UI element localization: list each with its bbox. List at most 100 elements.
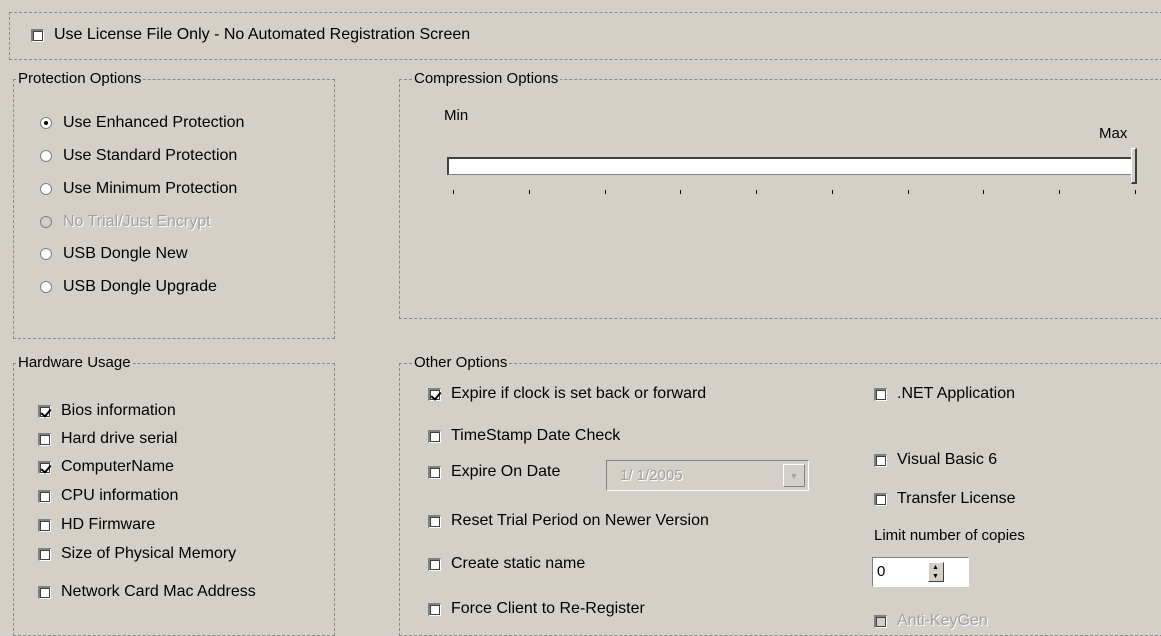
slider-tick — [756, 190, 758, 194]
expire-if-clock-is-set-back-or-forward-option[interactable]: Expire if clock is set back or forward — [428, 385, 706, 403]
computername-checkbox[interactable] — [38, 460, 51, 474]
force-client-to-re-register-label: Force Client to Re-Register — [451, 600, 645, 617]
cpu-information-option[interactable]: CPU information — [38, 487, 178, 505]
expire-if-clock-is-set-back-or-forward-checkbox[interactable] — [428, 387, 441, 401]
cpu-information-label: CPU information — [61, 487, 179, 504]
limit-copies-label: Limit number of copies — [874, 527, 1025, 544]
network-card-mac-address-checkbox[interactable] — [38, 585, 51, 599]
bios-information-checkbox[interactable] — [38, 404, 51, 418]
net-application-checkbox[interactable] — [874, 387, 887, 401]
antikeygen-row: Anti-KeyGen — [874, 612, 988, 630]
usb-dongle-upgrade-radio[interactable] — [40, 281, 52, 293]
usb-dongle-new-option[interactable]: USB Dongle New — [40, 245, 188, 263]
use-standard-protection-radio[interactable] — [40, 150, 52, 162]
hard-drive-serial-label: Hard drive serial — [61, 430, 178, 447]
hd-firmware-label: HD Firmware — [61, 516, 156, 533]
use-standard-protection-label: Use Standard Protection — [63, 147, 238, 164]
other-options-title: Other Options — [412, 354, 510, 372]
expire-on-date-option[interactable]: Expire On Date — [428, 463, 560, 481]
expire-date-value: 1/ 1/2005 — [620, 467, 683, 484]
visual-basic-6-label: Visual Basic 6 — [897, 451, 998, 468]
hd-firmware-checkbox[interactable] — [38, 518, 51, 532]
network-card-mac-address-option[interactable]: Network Card Mac Address — [38, 583, 256, 601]
create-static-name-label: Create static name — [451, 555, 586, 572]
size-of-physical-memory-checkbox[interactable] — [38, 547, 51, 561]
license-file-only-checkbox[interactable] — [31, 28, 44, 42]
create-static-name-option[interactable]: Create static name — [428, 555, 585, 573]
limit-copies-spinner[interactable]: 0 ▲ ▼ — [872, 557, 969, 587]
expire-if-clock-is-set-back-or-forward-label: Expire if clock is set back or forward — [451, 385, 707, 402]
compression-min-label: Min — [444, 107, 469, 124]
slider-tick — [1059, 190, 1061, 194]
use-minimum-protection-label: Use Minimum Protection — [63, 180, 238, 197]
hd-firmware-option[interactable]: HD Firmware — [38, 516, 155, 534]
spinner-down-icon[interactable]: ▼ — [932, 573, 939, 581]
transfer-license-label: Transfer License — [897, 490, 1016, 507]
usb-dongle-new-label: USB Dongle New — [63, 245, 188, 262]
bios-information-label: Bios information — [61, 402, 176, 419]
slider-tick — [1135, 190, 1136, 194]
use-minimum-protection-option[interactable]: Use Minimum Protection — [40, 180, 237, 198]
net-application-option[interactable]: .NET Application — [874, 385, 1015, 403]
protection-options-title: Protection Options — [16, 70, 144, 88]
size-of-physical-memory-label: Size of Physical Memory — [61, 545, 237, 562]
expire-on-date-checkbox[interactable] — [428, 465, 441, 479]
usb-dongle-new-radio[interactable] — [40, 248, 52, 260]
use-enhanced-protection-radio[interactable] — [40, 117, 52, 129]
compression-max-label: Max — [1099, 125, 1128, 142]
slider-tick — [604, 190, 606, 194]
compression-slider-thumb[interactable] — [1131, 148, 1137, 184]
timestamp-date-check-checkbox[interactable] — [428, 429, 441, 443]
reset-trial-period-on-newer-version-checkbox[interactable] — [428, 514, 441, 528]
create-static-name-checkbox[interactable] — [428, 557, 441, 571]
transfer-license-checkbox[interactable] — [874, 492, 887, 506]
timestamp-date-check-option[interactable]: TimeStamp Date Check — [428, 427, 620, 445]
bios-information-option[interactable]: Bios information — [38, 402, 176, 420]
force-client-to-re-register-checkbox[interactable] — [428, 602, 441, 616]
usb-dongle-upgrade-option[interactable]: USB Dongle Upgrade — [40, 278, 217, 296]
visual-basic-6-option[interactable]: Visual Basic 6 — [874, 451, 997, 469]
usb-dongle-upgrade-label: USB Dongle Upgrade — [63, 278, 217, 295]
slider-tick — [680, 190, 682, 194]
visual-basic-6-checkbox[interactable] — [874, 453, 887, 467]
spinner-buttons[interactable]: ▲ ▼ — [928, 562, 944, 582]
use-enhanced-protection-label: Use Enhanced Protection — [63, 114, 245, 131]
spinner-up-icon[interactable]: ▲ — [932, 564, 939, 572]
license-file-only-label: Use License File Only - No Automated Reg… — [54, 26, 471, 43]
force-client-to-re-register-option[interactable]: Force Client to Re-Register — [428, 600, 645, 618]
other-options-group — [399, 363, 1161, 636]
limit-copies-value: 0 — [877, 563, 886, 580]
network-card-mac-address-label: Network Card Mac Address — [61, 583, 256, 600]
antikeygen-checkbox — [874, 614, 887, 628]
transfer-license-option[interactable]: Transfer License — [874, 490, 1016, 508]
compression-options-title: Compression Options — [412, 70, 561, 88]
antikeygen-label: Anti-KeyGen — [897, 612, 988, 629]
hard-drive-serial-checkbox[interactable] — [38, 432, 51, 446]
slider-tick — [983, 190, 985, 194]
slider-tick — [907, 190, 909, 194]
slider-tick — [831, 190, 833, 194]
hard-drive-serial-option[interactable]: Hard drive serial — [38, 430, 177, 448]
no-trial-just-encrypt-label: No Trial/Just Encrypt — [63, 213, 211, 230]
compression-slider-track[interactable] — [447, 157, 1137, 175]
slider-tick — [453, 190, 454, 194]
expire-on-date-label: Expire On Date — [451, 463, 561, 480]
net-application-label: .NET Application — [897, 385, 1015, 402]
hardware-usage-title: Hardware Usage — [16, 354, 133, 372]
no-trial-just-encrypt-option: No Trial/Just Encrypt — [40, 213, 211, 231]
cpu-information-checkbox[interactable] — [38, 489, 51, 503]
computername-label: ComputerName — [61, 458, 174, 475]
reset-trial-period-on-newer-version-option[interactable]: Reset Trial Period on Newer Version — [428, 512, 709, 530]
computername-option[interactable]: ComputerName — [38, 458, 174, 476]
use-minimum-protection-radio[interactable] — [40, 183, 52, 195]
compression-options-group — [399, 79, 1161, 319]
dropdown-arrow-icon[interactable]: ▼ — [783, 464, 805, 487]
use-enhanced-protection-option[interactable]: Use Enhanced Protection — [40, 114, 244, 132]
size-of-physical-memory-option[interactable]: Size of Physical Memory — [38, 545, 236, 563]
no-trial-just-encrypt-radio — [40, 216, 52, 228]
reset-trial-period-on-newer-version-label: Reset Trial Period on Newer Version — [451, 512, 709, 529]
expire-date-combobox[interactable]: 1/ 1/2005 ▼ — [606, 460, 809, 491]
slider-tick — [528, 190, 530, 194]
license-file-only-checkbox-row[interactable]: Use License File Only - No Automated Reg… — [31, 26, 470, 44]
use-standard-protection-option[interactable]: Use Standard Protection — [40, 147, 237, 165]
